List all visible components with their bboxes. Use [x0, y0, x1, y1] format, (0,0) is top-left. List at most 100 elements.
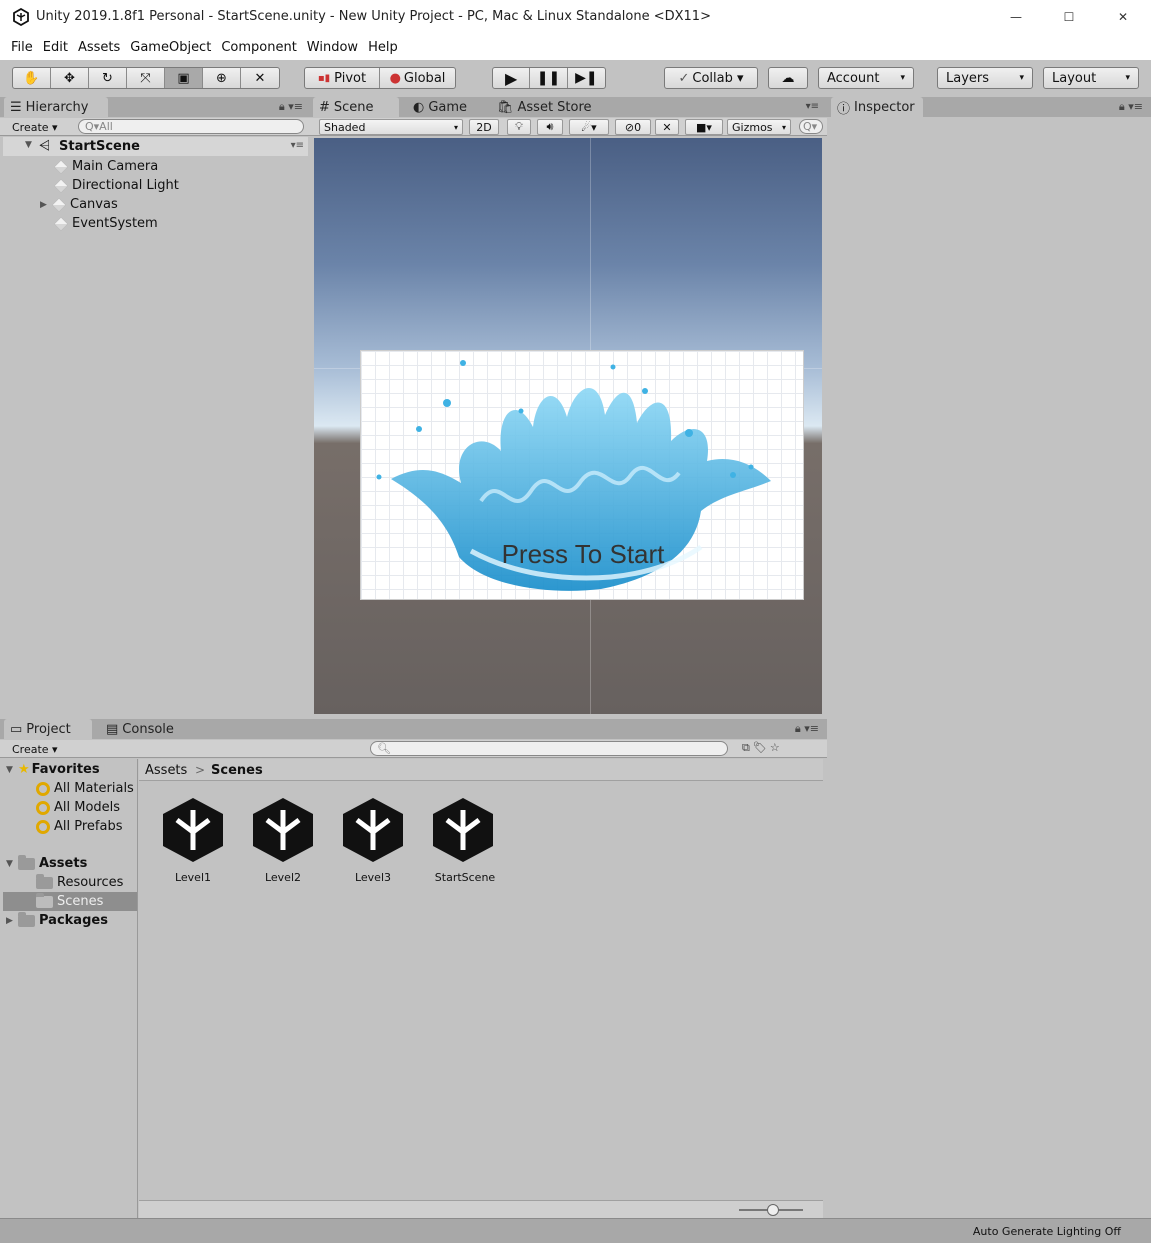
inspector-panel: ⓘ Inspector 🔒︎ ▾≡: [827, 96, 1151, 1218]
breadcrumb-scenes[interactable]: Scenes: [211, 763, 263, 778]
game-pacman-icon: ◐: [413, 99, 425, 115]
maximize-button[interactable]: ☐: [1046, 4, 1092, 30]
folder-item[interactable]: Scenes: [36, 892, 103, 911]
toggle-2d-button[interactable]: 2D: [469, 119, 499, 135]
scene-asset[interactable]: [337, 794, 409, 869]
hierarchy-item[interactable]: ▶ Canvas: [40, 195, 118, 214]
menu-window[interactable]: Window: [307, 40, 358, 55]
packages-header[interactable]: ▶ Packages: [6, 911, 108, 930]
menu-help[interactable]: Help: [368, 40, 398, 55]
scale-tool-icon[interactable]: ⤧: [127, 68, 165, 88]
window-title-bar: Unity 2019.1.8f1 Personal - StartScene.u…: [0, 0, 1151, 34]
layout-dropdown[interactable]: Layout ▾: [1043, 67, 1139, 89]
menu-component[interactable]: Component: [221, 40, 296, 55]
scene-search-input[interactable]: Q▾: [799, 119, 823, 134]
close-button[interactable]: ✕: [1100, 4, 1146, 30]
tab-console[interactable]: ▤ Console: [100, 719, 180, 739]
canvas-start-image[interactable]: Press To Start: [360, 350, 804, 600]
effects-icon[interactable]: ☄▾: [569, 119, 609, 135]
favorite-item[interactable]: All Prefabs: [36, 817, 123, 836]
project-create-button[interactable]: Create ▾: [8, 741, 62, 757]
custom-tool-icon[interactable]: ✕: [241, 68, 279, 88]
tab-asset-store[interactable]: 🛍︎ Asset Store: [491, 97, 598, 117]
hand-tool-icon[interactable]: ✋: [13, 68, 51, 88]
collab-button[interactable]: ✓ Collab ▾: [664, 67, 758, 89]
transform-tool-icon[interactable]: ⊕: [203, 68, 241, 88]
assets-header[interactable]: ▼ Assets: [6, 854, 87, 873]
menu-file[interactable]: File: [11, 40, 33, 55]
favorites-header[interactable]: ▼ ★ Favorites: [6, 760, 100, 779]
project-search-input[interactable]: 🔍︎: [370, 741, 728, 756]
unity-scene-icon: [343, 798, 403, 862]
step-button[interactable]: ▶❚: [568, 68, 605, 88]
asset-label: StartScene: [434, 871, 496, 884]
tab-scene[interactable]: # Scene: [313, 97, 399, 117]
tab-hierarchy[interactable]: ☰ Hierarchy: [4, 97, 108, 117]
packages-expand-icon[interactable]: ▶: [6, 916, 18, 926]
pivot-button[interactable]: ▪▮ Pivot: [305, 68, 380, 88]
layers-dropdown[interactable]: Layers ▾: [937, 67, 1033, 89]
global-button[interactable]: ● Global: [380, 68, 455, 88]
unity-logo-icon: [13, 8, 29, 26]
scene-menu-icon[interactable]: ▾≡: [291, 140, 304, 151]
tab-inspector[interactable]: ⓘ Inspector: [831, 97, 923, 117]
tab-game[interactable]: ◐ Game: [407, 97, 473, 117]
inspector-lock-icon[interactable]: 🔒︎ ▾≡: [1119, 100, 1143, 114]
menu-assets[interactable]: Assets: [78, 40, 120, 55]
scene-asset[interactable]: [427, 794, 499, 869]
gizmos-dropdown[interactable]: Gizmos ▾: [727, 119, 791, 135]
gameobject-cube-icon: [53, 178, 69, 193]
audio-speaker-icon[interactable]: 🔊︎: [537, 119, 563, 135]
icon-size-slider-handle[interactable]: [767, 1204, 779, 1216]
console-icon: ▤: [106, 721, 119, 737]
scene-viewport[interactable]: Press To Start: [314, 138, 822, 714]
move-tool-icon[interactable]: ✥: [51, 68, 89, 88]
assets-expand-icon[interactable]: ▼: [6, 859, 18, 869]
layout-chevron-down-icon: ▾: [1125, 73, 1130, 83]
account-dropdown[interactable]: Account ▾: [818, 67, 914, 89]
scene-expand-icon[interactable]: ▼: [25, 140, 32, 150]
pivot-global-toggle: ▪▮ Pivot ● Global: [304, 67, 456, 89]
press-to-start-text: Press To Start: [501, 539, 665, 569]
search-icon: 🔍︎: [377, 742, 391, 755]
asset-label: Level2: [264, 871, 302, 884]
window-title: Unity 2019.1.8f1 Personal - StartScene.u…: [36, 9, 711, 24]
cloud-button[interactable]: ☁: [768, 67, 808, 89]
shading-mode-dropdown[interactable]: Shaded ▾: [319, 119, 463, 135]
hierarchy-search-input[interactable]: Q▾All: [78, 119, 304, 134]
filter-icons[interactable]: ⧉🏷︎☆: [742, 741, 783, 755]
menu-gameobject[interactable]: GameObject: [130, 40, 211, 55]
tab-project[interactable]: ▭ Project: [4, 719, 92, 739]
favorite-item[interactable]: All Materials: [36, 779, 134, 798]
camera-icon[interactable]: ■▾: [685, 119, 723, 135]
hierarchy-item[interactable]: Directional Light: [53, 176, 179, 195]
lighting-bulb-icon[interactable]: 💡︎: [507, 119, 531, 135]
rotate-tool-icon[interactable]: ↻: [89, 68, 127, 88]
folder-icon: [18, 854, 35, 870]
rect-tool-icon[interactable]: ▣: [165, 68, 203, 88]
hierarchy-item[interactable]: EventSystem: [53, 214, 158, 233]
hierarchy-create-button[interactable]: Create ▾: [8, 119, 62, 135]
favorite-item[interactable]: All Models: [36, 798, 120, 817]
scene-header-row[interactable]: ▼ ⩤ StartScene ▾≡: [3, 137, 308, 156]
scene-tab-menu-icon[interactable]: ▾≡: [806, 101, 819, 112]
hierarchy-item[interactable]: Main Camera: [53, 157, 158, 176]
project-bottom-bar: [139, 1200, 823, 1218]
minimize-button[interactable]: —: [993, 4, 1039, 30]
scene-asset[interactable]: [157, 794, 229, 869]
project-lock-icon[interactable]: 🔒︎ ▾≡: [795, 722, 819, 736]
menu-edit[interactable]: Edit: [43, 40, 68, 55]
play-button[interactable]: ▶: [493, 68, 531, 88]
scene-tabbar: # Scene ◐ Game 🛍︎ Asset Store ▾≡: [311, 97, 827, 117]
grid-hash-icon: #: [319, 99, 330, 115]
favorites-expand-icon[interactable]: ▼: [6, 765, 18, 775]
folder-item[interactable]: Resources: [36, 873, 123, 892]
globe-icon: ●: [389, 70, 401, 86]
panel-lock-icon[interactable]: 🔒︎ ▾≡: [279, 100, 303, 114]
unity-scene-icon: [433, 798, 493, 862]
hidden-objects-eye-icon[interactable]: ⊘ 0: [615, 119, 651, 135]
tools-icon[interactable]: ✕: [655, 119, 679, 135]
breadcrumb-assets[interactable]: Assets: [145, 763, 187, 778]
scene-asset[interactable]: [247, 794, 319, 869]
pause-button[interactable]: ❚❚: [530, 68, 568, 88]
